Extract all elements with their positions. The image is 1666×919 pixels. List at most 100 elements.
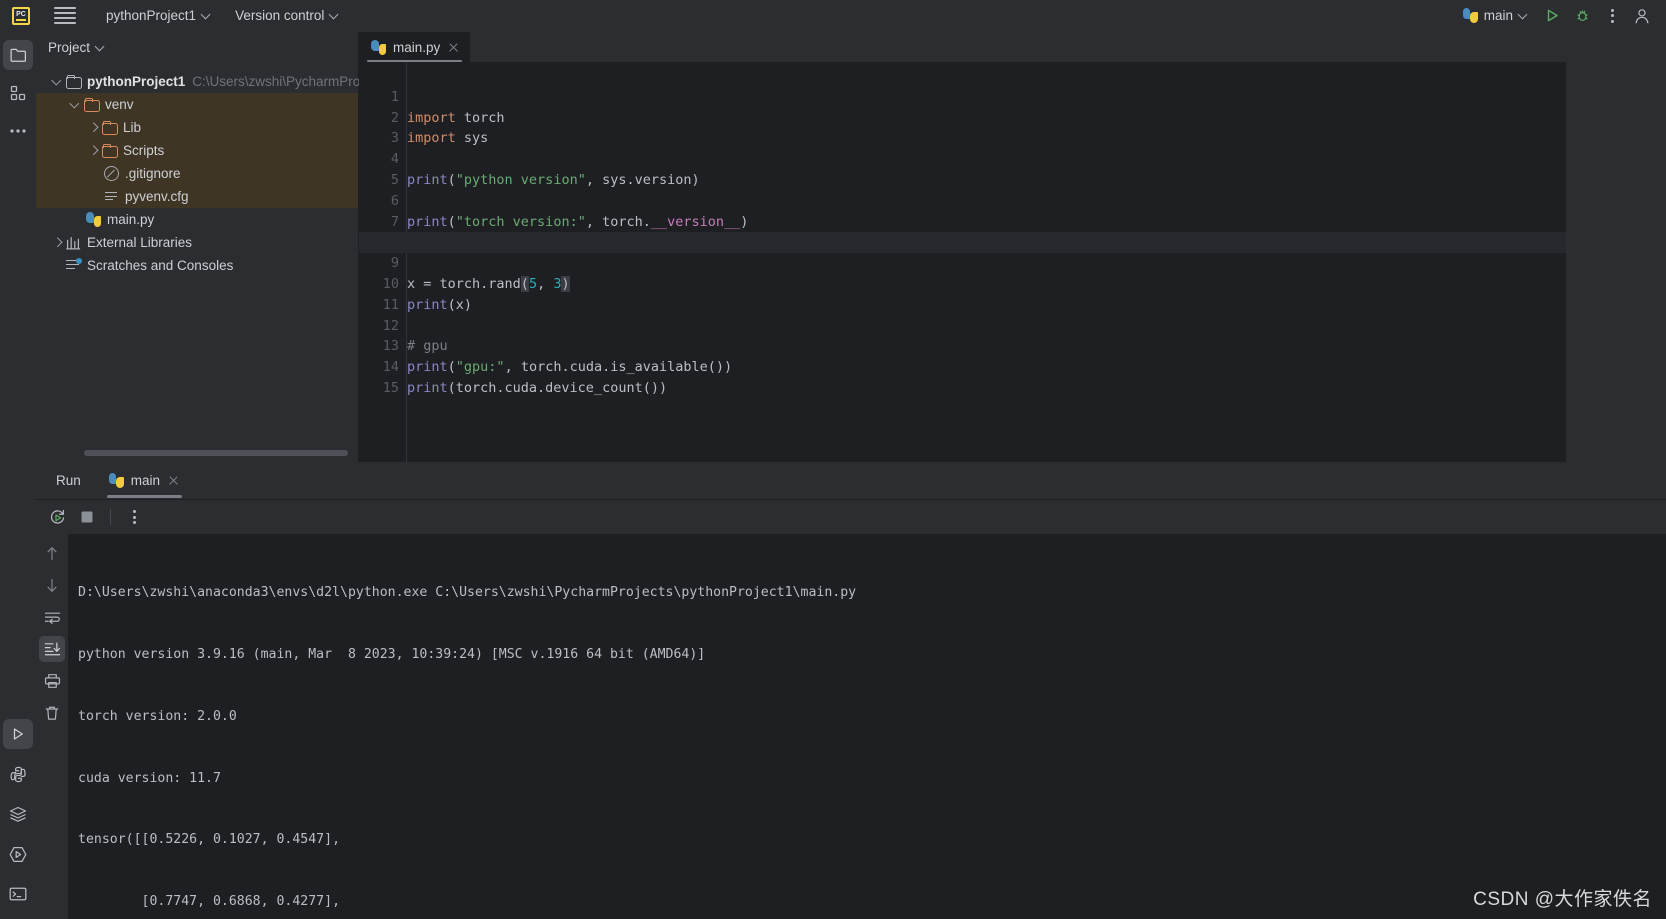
run-button[interactable] xyxy=(1538,3,1566,29)
code-editor[interactable]: 1 import torch 2 import sys 3 4 print("p… xyxy=(359,62,1666,462)
run-tab-label: main xyxy=(130,473,161,488)
python-icon xyxy=(1462,8,1478,23)
folder-icon xyxy=(102,121,118,135)
console-output[interactable]: D:\Users\zwshi\anaconda3\envs\d2l\python… xyxy=(68,534,1666,919)
sidebar-item-more[interactable] xyxy=(3,116,33,146)
code-line: 1 import torch xyxy=(359,66,1566,126)
tree-item-label: venv xyxy=(105,97,134,112)
tree-item-pyvenv-cfg[interactable]: pyvenv.cfg xyxy=(36,185,358,208)
logo-text: PC xyxy=(16,10,26,18)
rerun-button[interactable] xyxy=(44,504,70,530)
sidebar-item-run[interactable] xyxy=(3,719,33,749)
scroll-to-end-icon xyxy=(44,642,60,656)
version-control-label: Version control xyxy=(235,8,325,23)
rerun-icon xyxy=(50,509,64,524)
tree-item-label: pythonProject1 xyxy=(87,74,186,89)
console-line: D:\Users\zwshi\anaconda3\envs\d2l\python… xyxy=(78,585,857,601)
chevron-down-icon[interactable] xyxy=(68,97,84,113)
sidebar-item-terminal[interactable] xyxy=(3,879,33,909)
tree-item-external-libraries[interactable]: External Libraries xyxy=(36,231,358,254)
tree-item-lib[interactable]: Lib xyxy=(36,116,358,139)
console-line: tensor([[0.5226, 0.1027, 0.4547], xyxy=(78,832,341,848)
tree-item-scripts[interactable]: Scripts xyxy=(36,139,358,162)
more-options-icon xyxy=(1610,8,1614,23)
sidebar-item-services[interactable] xyxy=(3,799,33,829)
code-line: 6 print("torch version:", torch.__versio… xyxy=(359,170,1566,230)
run-toolbar xyxy=(36,500,1666,534)
run-panel-title: Run xyxy=(56,473,81,488)
tab-label: main.py xyxy=(393,39,441,55)
arrow-up-icon xyxy=(47,546,57,560)
project-panel-title: Project xyxy=(48,39,91,55)
tree-item-scratches-and-consoles[interactable]: Scratches and Consoles xyxy=(36,254,358,277)
printer-icon xyxy=(44,674,60,688)
code-line: 5 xyxy=(359,149,1566,188)
gitignore-icon xyxy=(104,166,119,181)
sidebar-item-python-packages[interactable] xyxy=(3,839,33,869)
folder-icon xyxy=(84,98,100,112)
trash-icon xyxy=(45,706,59,720)
run-tab-strip: Run main xyxy=(36,462,1666,500)
tree-item-main-py[interactable]: main.py xyxy=(36,208,358,231)
tree-item-label: External Libraries xyxy=(87,235,193,250)
tree-item-label: .gitignore xyxy=(125,166,181,181)
project-tool-window: Project pythonProject1 C:\Users\zwshi\Py… xyxy=(36,32,381,462)
code-line: 7 print("cuda version:", torch.version.c… xyxy=(359,191,1566,251)
run-configuration-label: main xyxy=(1483,8,1513,23)
folder-icon xyxy=(66,75,82,89)
stop-button[interactable] xyxy=(74,504,100,530)
clear-all-button[interactable] xyxy=(39,700,65,726)
tree-item-label: Scripts xyxy=(123,143,165,158)
soft-wrap-icon xyxy=(44,612,60,624)
sidebar-item-project[interactable] xyxy=(3,40,33,70)
code-line: 14 print(torch.cuda.device_count()) xyxy=(359,336,1566,396)
sidebar-item-python-console[interactable] xyxy=(3,759,33,789)
user-avatar-icon xyxy=(1635,8,1649,23)
close-icon[interactable] xyxy=(167,474,180,487)
more-run-options-button[interactable] xyxy=(121,504,147,530)
tree-item-pythonproject1[interactable]: pythonProject1 C:\Users\zwshi\PycharmPro… xyxy=(36,70,381,93)
hamburger-menu-icon[interactable] xyxy=(54,5,76,27)
more-options-button[interactable] xyxy=(1598,3,1626,29)
title-bar: PC pythonProject1 Version control main xyxy=(0,0,1666,32)
project-panel-header[interactable]: Project xyxy=(36,32,358,62)
user-account-button[interactable] xyxy=(1628,3,1656,29)
python-icon xyxy=(86,212,101,227)
console-line: [0.7747, 0.6868, 0.4277], xyxy=(78,894,341,910)
tab-run-main[interactable]: main xyxy=(99,462,190,500)
debug-button[interactable] xyxy=(1568,3,1596,29)
folder-icon xyxy=(102,144,118,158)
scroll-to-end-button[interactable] xyxy=(39,636,65,662)
project-name-dropdown[interactable]: pythonProject1 xyxy=(98,4,219,28)
editor-area: main.py 1 import torch 2 import sys 3 4 … xyxy=(359,32,1666,462)
code-line: 12 # gpu xyxy=(359,295,1566,355)
print-button[interactable] xyxy=(39,668,65,694)
pycharm-logo-icon: PC xyxy=(12,6,30,25)
tree-item-venv[interactable]: venv xyxy=(36,93,358,116)
scroll-down-button[interactable] xyxy=(39,572,65,598)
version-control-dropdown[interactable]: Version control xyxy=(227,4,347,28)
close-icon[interactable] xyxy=(447,41,460,54)
chevron-right-icon[interactable] xyxy=(86,143,102,159)
watermark: CSDN @大作家佚名 xyxy=(1473,889,1652,910)
title-bar-right-group: main xyxy=(1455,3,1666,29)
soft-wrap-button[interactable] xyxy=(39,604,65,630)
code-line: 11 xyxy=(359,274,1566,313)
console-line: python version 3.9.16 (main, Mar 8 2023,… xyxy=(78,646,706,662)
chevron-right-icon[interactable] xyxy=(50,235,66,251)
sidebar-item-structure[interactable] xyxy=(3,78,33,108)
project-horizontal-scrollbar[interactable] xyxy=(84,450,348,456)
scroll-up-button[interactable] xyxy=(39,540,65,566)
structure-icon xyxy=(10,85,26,101)
folder-icon xyxy=(10,48,26,62)
code-line: 3 xyxy=(359,108,1566,146)
tree-item-label: pyvenv.cfg xyxy=(125,189,189,204)
code-line: 8 xyxy=(359,212,1566,250)
console-side-toolbar xyxy=(36,534,68,919)
tab-main-py[interactable]: main.py xyxy=(359,32,471,62)
chevron-right-icon[interactable] xyxy=(86,120,102,136)
chevron-down-icon[interactable] xyxy=(50,74,66,90)
run-configuration-selector[interactable]: main xyxy=(1455,4,1536,28)
tree-item-gitignore[interactable]: .gitignore xyxy=(36,162,358,185)
play-icon xyxy=(13,728,23,740)
